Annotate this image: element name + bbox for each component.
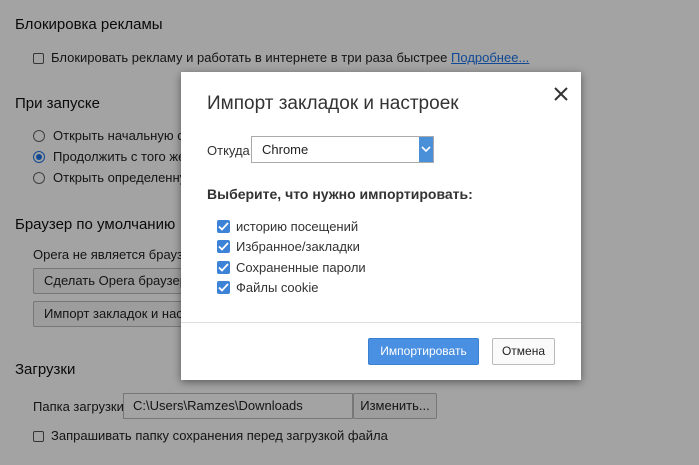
cancel-button[interactable]: Отмена <box>492 338 555 365</box>
import-button[interactable]: Импортировать <box>368 338 479 365</box>
checkbox-checked-icon[interactable] <box>217 240 230 253</box>
option-label: Сохраненные пароли <box>236 260 366 275</box>
option-label: Избранное/закладки <box>236 239 360 254</box>
import-subtitle: Выберите, что нужно импортировать: <box>207 186 473 202</box>
option-history[interactable]: историю посещений <box>217 219 358 234</box>
close-icon[interactable] <box>549 82 573 106</box>
option-bookmarks[interactable]: Избранное/закладки <box>217 239 360 254</box>
option-label: историю посещений <box>236 219 359 234</box>
option-cookies[interactable]: Файлы cookie <box>217 280 319 295</box>
import-dialog: Импорт закладок и настроек Откуда: Chrom… <box>181 72 581 380</box>
from-label: Откуда: <box>207 143 254 158</box>
checkbox-checked-icon[interactable] <box>217 281 230 294</box>
chevron-down-icon[interactable] <box>419 137 433 162</box>
checkbox-checked-icon[interactable] <box>217 220 230 233</box>
option-label: Файлы cookie <box>236 280 319 295</box>
source-browser-value: Chrome <box>262 142 309 157</box>
source-browser-select[interactable]: Chrome <box>251 136 434 163</box>
checkbox-checked-icon[interactable] <box>217 261 230 274</box>
dialog-divider <box>181 322 581 323</box>
dialog-title: Импорт закладок и настроек <box>207 93 459 114</box>
option-passwords[interactable]: Сохраненные пароли <box>217 260 366 275</box>
